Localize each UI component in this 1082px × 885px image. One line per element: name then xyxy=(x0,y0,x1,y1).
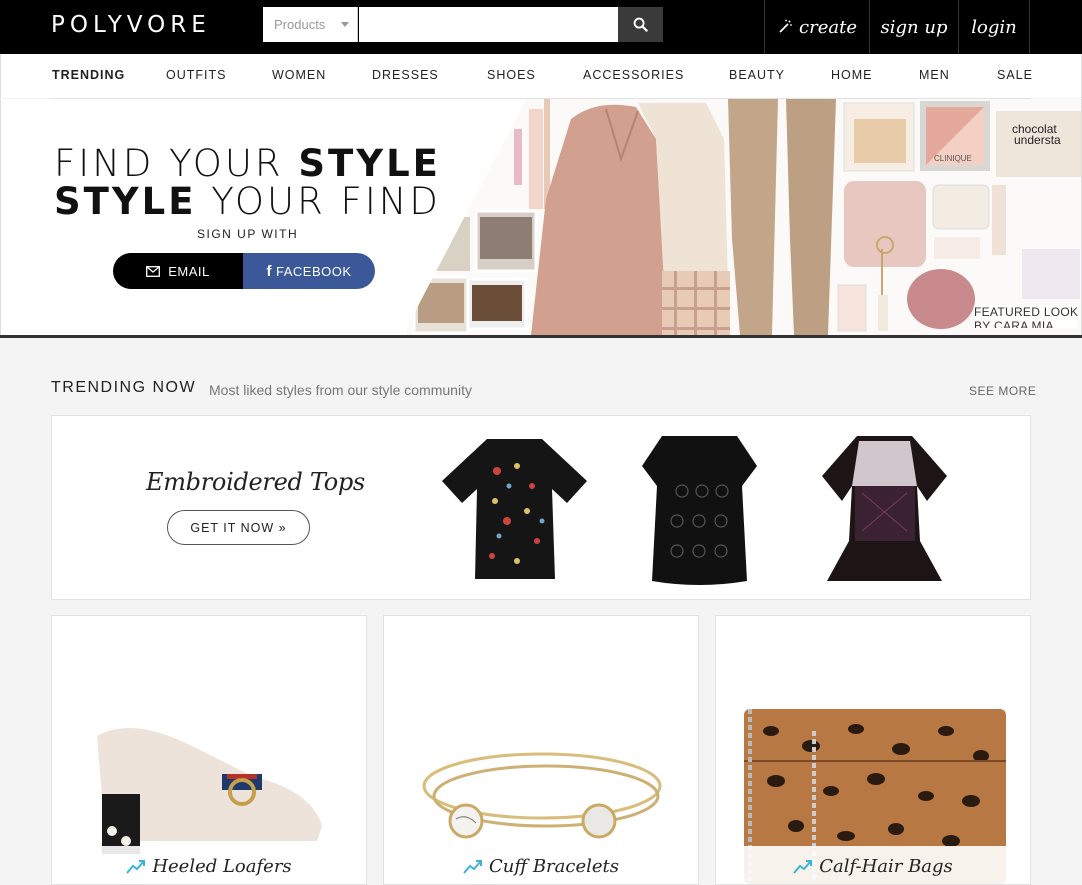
sign-up-with-label: SIGN UP WITH xyxy=(197,227,299,241)
featured-look-line2: BY CARA MIA xyxy=(974,319,1054,328)
nav-women[interactable]: WOMEN xyxy=(272,68,326,82)
trend-card-heeled-loafers[interactable]: Heeled Loafers xyxy=(51,615,367,885)
nav-shoes[interactable]: SHOES xyxy=(487,68,536,82)
chevron-down-icon xyxy=(341,22,349,27)
trend-card-label: Heeled Loafers xyxy=(52,846,366,884)
search-category-select[interactable]: Products xyxy=(263,7,358,42)
trend-card-title: Heeled Loafers xyxy=(152,855,292,877)
sign-up-label: sign up xyxy=(880,16,948,38)
login-button[interactable]: login xyxy=(958,0,1030,54)
account-actions: create sign up login xyxy=(764,0,1030,54)
embroidered-tops-promo: Embroidered Tops GET IT NOW » xyxy=(51,415,1031,600)
envelope-icon xyxy=(146,265,161,277)
see-more-link[interactable]: SEE MORE xyxy=(969,384,1036,398)
search-category-value: Products xyxy=(274,17,326,32)
nav-sale[interactable]: SALE xyxy=(997,68,1033,82)
trend-card-title: Calf-Hair Bags xyxy=(819,855,953,877)
nav-dresses[interactable]: DRESSES xyxy=(372,68,439,82)
nav-beauty[interactable]: BEAUTY xyxy=(729,68,785,82)
hero-line1-light: FIND YOUR xyxy=(54,142,299,185)
search-input[interactable] xyxy=(359,7,618,42)
email-label: EMAIL xyxy=(168,263,210,279)
facebook-label: FACEBOOK xyxy=(275,263,352,279)
featured-look-caption[interactable]: FEATURED LOOK BY CARA MIA xyxy=(974,305,1079,328)
trend-card-calf-hair-bags[interactable]: Calf-Hair Bags xyxy=(715,615,1031,885)
top-bar: POLYVORE Products create sign up login xyxy=(0,0,1082,54)
nav-trending[interactable]: TRENDING xyxy=(52,68,125,82)
create-button[interactable]: create xyxy=(764,0,869,54)
trending-now-title: TRENDING NOW xyxy=(51,379,197,396)
login-label: login xyxy=(971,16,1017,38)
trend-card-label: Cuff Bracelets xyxy=(384,846,698,884)
trend-card-label: Calf-Hair Bags xyxy=(716,846,1030,884)
nav-men[interactable]: MEN xyxy=(919,68,950,82)
hero-line2-bold: STYLE xyxy=(54,180,197,223)
featured-look-collage[interactable]: CLINIQUE chocolat understa xyxy=(406,99,1082,335)
promo-title: Embroidered Tops xyxy=(146,468,365,496)
trend-card-title: Cuff Bracelets xyxy=(488,855,620,877)
understand-text: understa xyxy=(1014,133,1061,147)
embroidered-top-image-1[interactable] xyxy=(437,431,592,581)
hero-banner: FIND YOUR STYLE STYLE YOUR FIND SIGN UP … xyxy=(0,99,1082,335)
embroidered-top-image-3[interactable] xyxy=(817,431,952,586)
embroidered-top-image-2[interactable] xyxy=(637,431,762,586)
email-signup-button[interactable]: EMAIL xyxy=(113,253,243,289)
magic-wand-icon xyxy=(779,19,792,33)
hero-line2-light: YOUR FIND xyxy=(196,180,441,223)
trending-up-icon xyxy=(126,860,146,874)
trend-card-cuff-bracelets[interactable]: Cuff Bracelets xyxy=(383,615,699,885)
hero-headline: FIND YOUR STYLE STYLE YOUR FIND xyxy=(54,145,441,221)
facebook-icon: f xyxy=(266,262,272,280)
trending-up-icon xyxy=(463,860,482,874)
hero-bottom-border xyxy=(0,335,1082,338)
search-icon xyxy=(633,17,648,32)
category-nav: TRENDING OUTFITS WOMEN DRESSES SHOES ACC… xyxy=(0,54,1082,98)
create-label: create xyxy=(799,16,857,38)
get-it-now-button[interactable]: GET IT NOW » xyxy=(167,510,310,545)
nav-outfits[interactable]: OUTFITS xyxy=(166,68,226,82)
clinique-text: CLINIQUE xyxy=(934,154,972,163)
trending-up-icon xyxy=(793,860,813,874)
sign-up-button[interactable]: sign up xyxy=(869,0,958,54)
facebook-signup-button[interactable]: f FACEBOOK xyxy=(243,253,375,289)
trending-now-subtitle: Most liked styles from our style communi… xyxy=(209,382,472,398)
nav-accessories[interactable]: ACCESSORIES xyxy=(583,68,684,82)
cuff-bracelet-image xyxy=(422,752,662,839)
featured-look-line1: FEATURED LOOK xyxy=(974,305,1079,319)
nav-home[interactable]: HOME xyxy=(831,68,873,82)
search-button[interactable] xyxy=(618,7,663,42)
polyvore-logo[interactable]: POLYVORE xyxy=(51,12,211,38)
